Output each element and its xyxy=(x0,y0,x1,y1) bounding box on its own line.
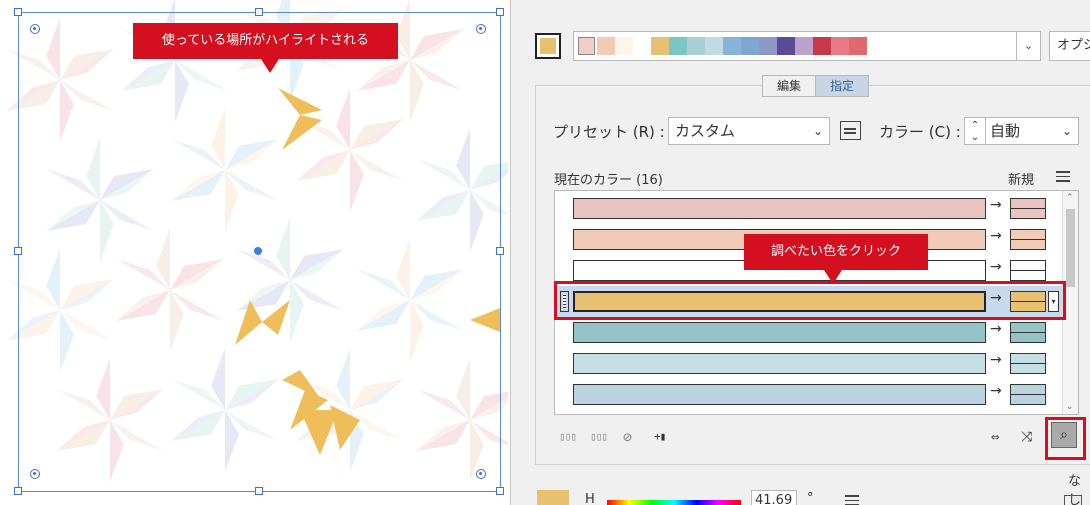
current-color-bar[interactable] xyxy=(573,198,986,219)
color-count-stepper[interactable]: ⌃ ⌄ xyxy=(964,117,986,145)
color-row[interactable]: → xyxy=(555,193,1063,224)
harmony-color-chip[interactable] xyxy=(615,37,633,55)
new-color-box[interactable] xyxy=(1010,260,1046,281)
pattern-petal xyxy=(6,80,60,111)
scroll-up-icon[interactable]: ⌃ xyxy=(1066,193,1074,203)
hue-label: H xyxy=(585,492,595,505)
arrow-right-icon[interactable]: → xyxy=(990,383,1002,399)
color-mode-select[interactable]: 自動 ⌄ xyxy=(986,117,1079,145)
tool1-icon[interactable]: ▯▯▯ xyxy=(559,429,577,445)
color-group-strip[interactable] xyxy=(573,31,1017,61)
color-row[interactable]: → xyxy=(555,348,1063,379)
list-menu-icon[interactable] xyxy=(1056,171,1070,182)
tool5-icon[interactable]: ⇔ xyxy=(991,429,1000,445)
corner-widget-top-right[interactable] xyxy=(476,24,486,34)
harmony-color-chip[interactable] xyxy=(705,37,723,55)
corner-widget-bottom-right[interactable] xyxy=(476,469,486,479)
harmony-color-chip[interactable] xyxy=(867,37,885,55)
harmony-color-chip[interactable] xyxy=(741,37,759,55)
handle-top-left[interactable] xyxy=(14,8,22,16)
highlight-callout: 使っている場所がハイライトされる xyxy=(133,23,398,73)
handle-bottom-center[interactable] xyxy=(255,487,263,495)
harmony-color-chip[interactable] xyxy=(651,37,669,55)
color-row[interactable]: → xyxy=(555,379,1063,410)
tool4-icon[interactable]: +▮ xyxy=(654,429,666,445)
center-point[interactable] xyxy=(254,247,262,255)
new-color-box[interactable] xyxy=(1010,198,1046,219)
pattern-petal xyxy=(278,88,322,115)
new-colors-label: 新規 xyxy=(1008,173,1035,188)
harmony-color-chip[interactable] xyxy=(831,37,849,55)
active-color-swatch[interactable] xyxy=(535,33,561,59)
edit-color-swatch[interactable] xyxy=(537,490,569,505)
highlight-callout-text: 使っている場所がハイライトされる xyxy=(161,33,370,48)
arrow-right-icon[interactable]: → xyxy=(990,259,1002,275)
current-color-bar[interactable] xyxy=(573,322,986,343)
harmony-color-chip[interactable] xyxy=(633,37,651,55)
new-color-box[interactable] xyxy=(1010,353,1046,374)
preset-list-icon[interactable] xyxy=(840,121,861,140)
active-color-fill xyxy=(540,38,556,54)
scroll-down-icon[interactable]: ⌄ xyxy=(1066,402,1074,412)
harmony-color-chip[interactable] xyxy=(813,37,831,55)
recolor-artwork-panel: ⌄ オプシ 編集 指定 プリセット (R) : カスタム ⌄ カラー (C) :… xyxy=(510,0,1090,505)
arrow-right-icon[interactable]: → xyxy=(990,321,1002,337)
pattern-petal xyxy=(470,308,500,332)
arrow-right-icon[interactable]: → xyxy=(990,197,1002,213)
hue-input[interactable]: 41.69 xyxy=(751,490,797,505)
tab-edit[interactable]: 編集 xyxy=(762,75,816,97)
scroll-thumb[interactable] xyxy=(1066,209,1075,287)
harmony-color-chip[interactable] xyxy=(849,37,867,55)
harmony-dropdown-button[interactable]: ⌄ xyxy=(1017,31,1041,61)
current-color-bar[interactable] xyxy=(573,384,986,405)
harmony-color-chip[interactable] xyxy=(687,37,705,55)
chevron-down-icon: ⌄ xyxy=(1061,124,1072,138)
harmony-color-chip[interactable] xyxy=(723,37,741,55)
hue-unit: ° xyxy=(807,491,814,505)
harmony-color-chip[interactable] xyxy=(777,37,795,55)
new-color-box[interactable] xyxy=(1010,229,1046,250)
selected-row-highlight-frame xyxy=(554,281,1066,320)
harmony-color-chip[interactable] xyxy=(795,37,813,55)
corner-widget-bottom-left[interactable] xyxy=(30,469,40,479)
handle-top-right[interactable] xyxy=(496,8,504,16)
color-mode-value: 自動 xyxy=(990,122,1021,140)
preset-label: プリセット (R) : xyxy=(553,123,665,141)
slider-menu-icon[interactable] xyxy=(845,495,859,505)
handle-middle-right[interactable] xyxy=(496,247,504,255)
current-color-bar[interactable] xyxy=(573,353,986,374)
color-mode-icon[interactable] xyxy=(1064,495,1082,505)
handle-bottom-right[interactable] xyxy=(496,487,504,495)
harmony-color-chip[interactable] xyxy=(669,37,687,55)
color-mode-label: カラー (C) : xyxy=(879,123,961,141)
preset-value: カスタム xyxy=(675,122,736,140)
tool3-icon[interactable]: ⊘ xyxy=(623,429,632,445)
tool6-icon[interactable]: ⤨ xyxy=(1021,429,1032,445)
handle-bottom-left[interactable] xyxy=(14,487,22,495)
tab-assign[interactable]: 指定 xyxy=(816,75,869,97)
harmony-color-chip[interactable] xyxy=(759,37,777,55)
harmony-color-chip[interactable] xyxy=(597,37,615,55)
handle-middle-left[interactable] xyxy=(14,247,22,255)
tool2-icon[interactable]: ▯▯▯ xyxy=(590,429,608,445)
handle-top-center[interactable] xyxy=(255,8,263,16)
artboard[interactable]: 使っている場所がハイライトされる xyxy=(0,0,508,505)
new-color-box[interactable] xyxy=(1010,322,1046,343)
chevron-down-icon: ⌄ xyxy=(812,124,823,138)
options-button[interactable]: オプシ xyxy=(1049,31,1090,61)
pattern-petal xyxy=(60,49,114,80)
click-color-callout-text: 調べたい色をクリック xyxy=(770,244,901,259)
arrow-right-icon[interactable]: → xyxy=(990,228,1002,244)
hue-slider[interactable] xyxy=(607,500,741,505)
color-row[interactable]: → xyxy=(555,317,1063,348)
current-colors-label: 現在のカラー (16) xyxy=(554,173,663,188)
arrow-right-icon[interactable]: → xyxy=(990,352,1002,368)
click-color-callout: 調べたい色をクリック xyxy=(744,234,928,284)
harmony-color-chip[interactable] xyxy=(578,37,595,55)
find-button-highlight-frame xyxy=(1045,417,1086,460)
corner-widget-top-left[interactable] xyxy=(30,24,40,34)
pattern-petal xyxy=(282,370,320,398)
preset-select[interactable]: カスタム ⌄ xyxy=(668,117,830,145)
new-color-box[interactable] xyxy=(1010,384,1046,405)
